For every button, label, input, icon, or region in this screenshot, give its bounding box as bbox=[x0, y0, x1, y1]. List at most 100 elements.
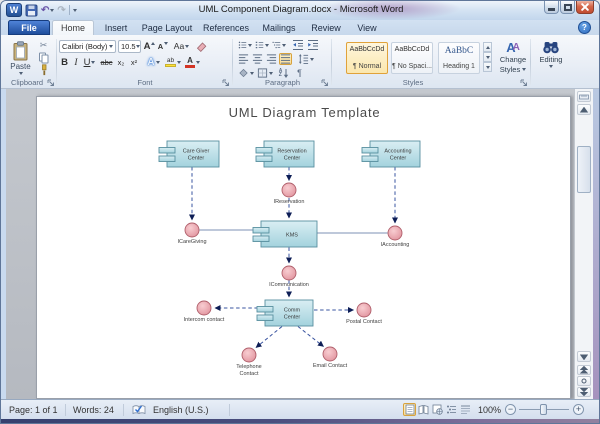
font-name-select[interactable]: Calibri (Body) bbox=[59, 40, 116, 53]
component-comm-center[interactable]: Comm Center bbox=[257, 300, 313, 326]
ruler-toggle-button[interactable] bbox=[577, 91, 591, 102]
font-color-button[interactable]: A bbox=[184, 56, 201, 69]
font-size-select[interactable]: 10.5 bbox=[118, 40, 141, 53]
align-left-button[interactable] bbox=[237, 53, 250, 65]
paragraph-dialog-launcher[interactable] bbox=[321, 79, 329, 87]
page-indicator[interactable]: Page: 1 of 1 bbox=[9, 405, 58, 415]
divider bbox=[229, 404, 230, 416]
decrease-indent-icon bbox=[292, 39, 304, 51]
component-care-giver-center[interactable]: Care Giver Center bbox=[159, 141, 219, 167]
justify-button[interactable] bbox=[279, 53, 292, 65]
component-reservation-center[interactable]: Reservation Center bbox=[256, 141, 314, 167]
view-full-screen-button[interactable] bbox=[417, 403, 430, 416]
increase-indent-button[interactable] bbox=[306, 39, 320, 51]
subscript-button[interactable]: x₂ bbox=[115, 56, 127, 69]
change-case-button[interactable]: Aa bbox=[173, 39, 190, 53]
grow-font-button[interactable]: A bbox=[143, 39, 156, 53]
tab-view[interactable]: View bbox=[348, 20, 386, 35]
view-print-layout-button[interactable] bbox=[403, 403, 416, 416]
styles-dialog-launcher[interactable] bbox=[520, 79, 528, 87]
paste-button[interactable]: Paste bbox=[7, 39, 34, 77]
minimize-button[interactable] bbox=[544, 1, 559, 14]
gallery-up-button[interactable] bbox=[483, 42, 492, 52]
decrease-indent-button[interactable] bbox=[291, 39, 305, 51]
language-indicator[interactable]: English (U.S.) bbox=[153, 405, 209, 415]
view-outline-button[interactable] bbox=[445, 403, 458, 416]
highlight-button[interactable]: ab bbox=[164, 56, 182, 69]
zoom-level-button[interactable]: 100% bbox=[478, 405, 501, 415]
interface-icommunication[interactable]: ICommunication bbox=[269, 266, 309, 288]
help-button[interactable]: ? bbox=[578, 21, 591, 34]
interface-email-contact[interactable]: Email Contact bbox=[313, 347, 348, 369]
font-dialog-launcher[interactable] bbox=[222, 79, 230, 87]
bullets-button[interactable] bbox=[237, 39, 253, 51]
scroll-down-button[interactable] bbox=[577, 351, 591, 362]
line-spacing-button[interactable] bbox=[297, 53, 315, 65]
zoom-out-button[interactable]: − bbox=[505, 404, 516, 415]
maximize-button[interactable] bbox=[560, 1, 575, 14]
style-heading-1[interactable]: AaBbC Heading 1 bbox=[438, 42, 480, 74]
format-painter-button[interactable] bbox=[35, 64, 52, 75]
previous-page-button[interactable] bbox=[577, 365, 591, 375]
scrollbar-thumb[interactable] bbox=[577, 146, 591, 193]
interface-ireservation[interactable]: IReservation bbox=[274, 183, 305, 205]
style-no-spacing[interactable]: AaBbCcDd ¶ No Spaci... bbox=[391, 42, 433, 74]
tab-mailings[interactable]: Mailings bbox=[254, 20, 304, 35]
numbering-button[interactable] bbox=[254, 39, 270, 51]
tab-page-layout[interactable]: Page Layout bbox=[137, 20, 197, 35]
style-normal[interactable]: AaBbCcDd ¶ Normal bbox=[346, 42, 388, 74]
next-page-button[interactable] bbox=[577, 387, 591, 397]
underline-button[interactable]: U bbox=[82, 56, 97, 69]
connector-comm-to-telephone[interactable] bbox=[256, 327, 282, 348]
caret-down-icon bbox=[164, 42, 168, 45]
bold-button[interactable]: B bbox=[59, 56, 70, 69]
connector-comm-to-email[interactable] bbox=[298, 327, 324, 347]
select-browse-object-button[interactable] bbox=[577, 376, 591, 386]
italic-button[interactable]: I bbox=[71, 56, 81, 69]
tab-file[interactable]: File bbox=[8, 20, 50, 35]
tab-review[interactable]: Review bbox=[304, 20, 348, 35]
close-button[interactable] bbox=[576, 1, 594, 14]
clipboard-dialog-launcher[interactable] bbox=[47, 79, 55, 87]
chevron-down-icon bbox=[156, 61, 160, 64]
svg-text:Comm: Comm bbox=[284, 308, 301, 314]
text-effects-button[interactable]: A bbox=[145, 56, 162, 69]
tab-references[interactable]: References bbox=[198, 20, 254, 35]
interface-iaccounting[interactable]: IAccounting bbox=[381, 226, 410, 248]
vertical-scrollbar[interactable] bbox=[574, 89, 593, 399]
word-count[interactable]: Words: 24 bbox=[73, 405, 114, 415]
triangle-down-icon bbox=[580, 354, 588, 360]
bullets-icon bbox=[238, 39, 247, 51]
shrink-font-button[interactable]: A bbox=[157, 39, 169, 53]
proofing-status[interactable] bbox=[132, 404, 146, 416]
interface-telephone-contact[interactable]: Telephone Contact bbox=[236, 348, 261, 377]
view-web-layout-button[interactable] bbox=[431, 403, 444, 416]
component-kms[interactable]: KMS bbox=[253, 221, 317, 247]
tab-insert[interactable]: Insert bbox=[96, 20, 136, 35]
document-page[interactable]: UML Diagram Template bbox=[36, 96, 571, 399]
superscript-button[interactable]: x² bbox=[128, 56, 140, 69]
zoom-slider-thumb[interactable] bbox=[540, 404, 547, 415]
align-center-icon bbox=[252, 53, 263, 65]
scroll-up-button[interactable] bbox=[577, 104, 591, 115]
change-styles-button[interactable]: AA Change Styles bbox=[497, 40, 529, 80]
interface-intercom-contact[interactable]: Intercom contact bbox=[184, 301, 225, 323]
cut-button[interactable]: ✂ bbox=[35, 40, 52, 51]
strikethrough-button[interactable]: abc bbox=[99, 56, 114, 69]
component-accounting-center[interactable]: Accounting Center bbox=[362, 141, 420, 167]
editing-button[interactable]: Editing bbox=[535, 40, 567, 80]
tab-home[interactable]: Home bbox=[52, 20, 94, 35]
copy-button[interactable] bbox=[35, 52, 52, 63]
interface-postal-contact[interactable]: Postal Contact bbox=[346, 303, 382, 325]
view-draft-button[interactable] bbox=[459, 403, 472, 416]
gallery-more-button[interactable] bbox=[483, 62, 492, 72]
multilevel-list-button[interactable] bbox=[271, 39, 287, 51]
zoom-in-button[interactable]: + bbox=[573, 404, 584, 415]
align-right-button[interactable] bbox=[265, 53, 278, 65]
align-center-button[interactable] bbox=[251, 53, 264, 65]
paste-icon bbox=[12, 41, 29, 61]
clear-formatting-button[interactable] bbox=[194, 39, 208, 53]
triangle-more-icon bbox=[486, 66, 490, 69]
gallery-down-button[interactable] bbox=[483, 52, 492, 62]
interface-icaregiving[interactable]: ICareGiving bbox=[177, 223, 206, 245]
